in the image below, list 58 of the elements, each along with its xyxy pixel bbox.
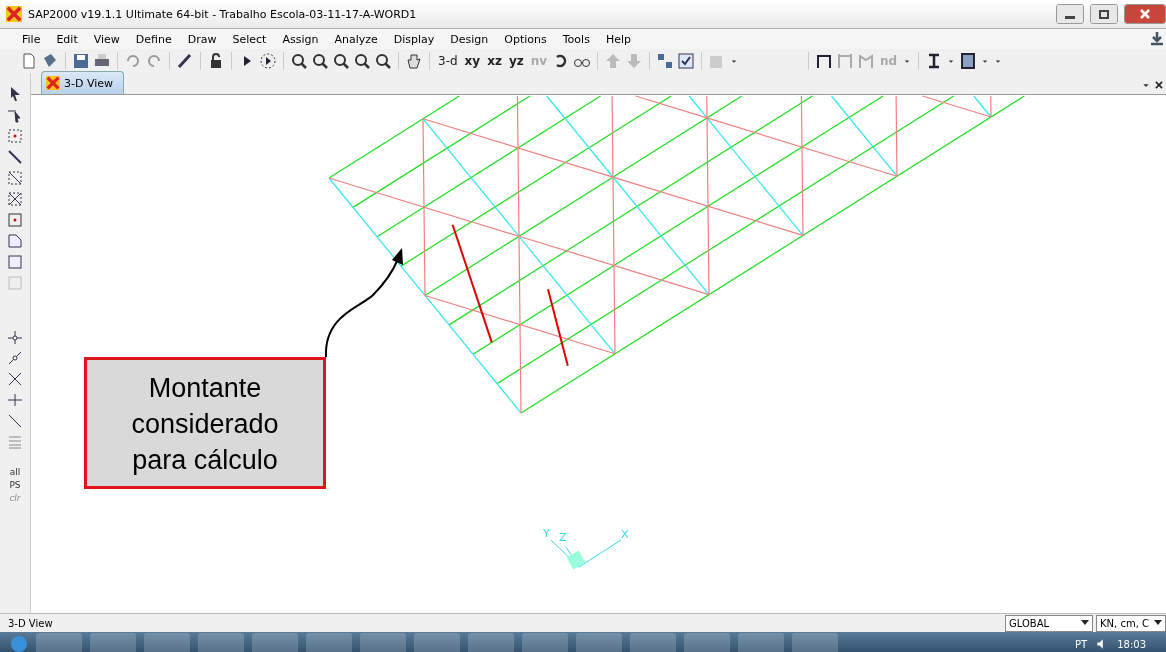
cross-icon[interactable]: [6, 190, 24, 208]
start-icon[interactable]: [10, 635, 28, 652]
close-button[interactable]: [1124, 4, 1166, 24]
clock[interactable]: 18:03: [1117, 638, 1166, 650]
hand-icon[interactable]: [405, 52, 423, 70]
zoom-icon[interactable]: [353, 52, 371, 70]
menu-item[interactable]: File: [14, 32, 49, 46]
menu-item[interactable]: Options: [496, 32, 555, 46]
view-button[interactable]: xy: [462, 54, 483, 68]
units-dropdown[interactable]: KN, cm, C: [1096, 614, 1166, 632]
view-button[interactable]: yz: [506, 54, 526, 68]
frame-icon[interactable]: [815, 52, 834, 70]
menu-item[interactable]: Analyze: [326, 32, 386, 46]
select-tool[interactable]: PS: [9, 480, 21, 490]
caret-icon[interactable]: [1154, 620, 1162, 626]
save-icon[interactable]: [72, 52, 90, 70]
callout-label: Montante considerado para cálculo: [84, 357, 326, 489]
line-icon[interactable]: [6, 169, 24, 187]
menu-item[interactable]: Select: [224, 32, 275, 46]
caret-icon[interactable]: [1081, 620, 1089, 626]
cross-icon[interactable]: [6, 370, 24, 388]
menu-item[interactable]: View: [85, 32, 128, 46]
view-button[interactable]: xz: [485, 54, 504, 68]
redo-icon[interactable]: [145, 52, 163, 70]
restore-button[interactable]: [1090, 4, 1118, 24]
zoom-icon[interactable]: [311, 52, 329, 70]
menu-item[interactable]: Design: [442, 32, 497, 46]
pencil-icon[interactable]: [176, 52, 194, 70]
undo-icon[interactable]: [124, 52, 142, 70]
zoom-icon[interactable]: [374, 52, 392, 70]
axes-drawing: Y Z X: [543, 527, 629, 570]
menu-item[interactable]: Edit: [48, 32, 86, 46]
checkbox-icon[interactable]: [677, 52, 696, 70]
menu-item[interactable]: Draw: [179, 32, 225, 46]
zoom-icon[interactable]: [290, 52, 308, 70]
select-tool[interactable]: all: [9, 467, 21, 477]
menu-item[interactable]: Define: [127, 32, 180, 46]
view-tab[interactable]: 3-D View: [41, 71, 125, 94]
panel-icon[interactable]: [959, 52, 978, 70]
status-text: 3-D View: [8, 617, 53, 629]
line-icon[interactable]: [6, 148, 24, 166]
menu-item[interactable]: Assign: [274, 32, 327, 46]
minimize-button[interactable]: [1056, 4, 1084, 24]
language-indicator[interactable]: PT: [1075, 638, 1088, 650]
area-icon[interactable]: [6, 232, 24, 250]
app-logo-icon[interactable]: [6, 5, 22, 23]
new-file-icon[interactable]: [20, 52, 38, 70]
rectangle-icon[interactable]: [6, 253, 24, 271]
app-logo-icon[interactable]: [46, 74, 60, 92]
play-circle-icon[interactable]: [259, 52, 277, 70]
zoom-icon[interactable]: [332, 52, 350, 70]
menu-item[interactable]: Display: [385, 32, 443, 46]
view-button[interactable]: 3-d: [436, 54, 460, 68]
menu-item[interactable]: Tools: [554, 32, 598, 46]
coordinate-system-dropdown[interactable]: GLOBAL: [1005, 614, 1093, 632]
menu-item[interactable]: Help: [597, 32, 639, 46]
download-icon[interactable]: [1148, 30, 1166, 48]
window-title: SAP2000 v19.1.1 Ultimate 64-bit - Trabalho Escola-03-11-17-A-WORD1: [28, 7, 417, 21]
